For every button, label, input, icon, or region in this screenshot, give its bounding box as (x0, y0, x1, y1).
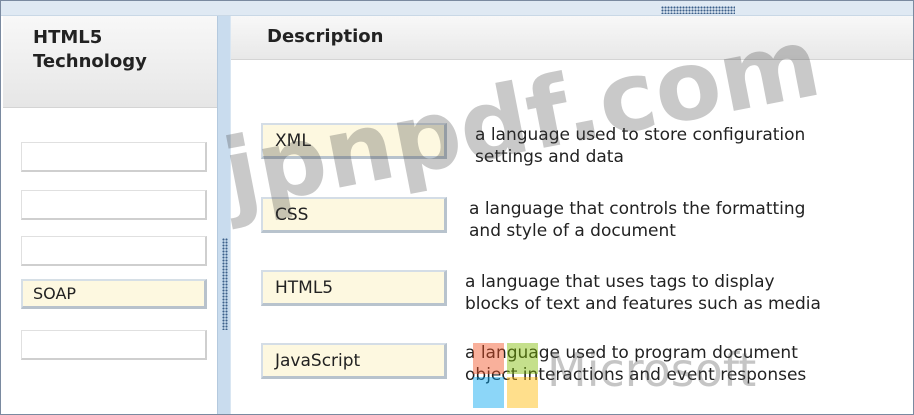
description-javascript: a language used to program document obje… (465, 342, 806, 386)
technology-label: XML (275, 131, 311, 151)
right-panel-title: Description (267, 26, 384, 47)
description-css: a language that controls the formatting … (469, 198, 805, 242)
resize-grip-top-icon[interactable] (661, 6, 735, 14)
description-line: object interactions and event responses (465, 365, 807, 385)
drop-target-slot-5[interactable] (21, 330, 207, 360)
panel-splitter[interactable] (217, 16, 231, 414)
description-line: settings and data (475, 147, 624, 167)
description-panel: Description XML a language used to store… (231, 16, 913, 414)
answer-area-panel: HTML5 Technology SOAP (1, 16, 217, 414)
drop-target-slot-4[interactable]: SOAP (21, 279, 207, 309)
drag-drop-question-frame: HTML5 Technology SOAP Description XML a … (0, 0, 914, 415)
left-panel-title: HTML5 Technology (33, 27, 147, 72)
drop-target-slot-2[interactable] (21, 190, 207, 220)
drop-target-label: SOAP (33, 284, 77, 303)
description-line: blocks of text and features such as medi… (465, 294, 821, 314)
draggable-technology-css[interactable]: CSS (261, 197, 447, 233)
technology-label: JavaScript (275, 351, 361, 371)
description-line: a language that uses tags to display (465, 272, 775, 292)
technology-label: HTML5 (275, 278, 334, 298)
description-xml: a language used to store configuration s… (475, 124, 805, 168)
draggable-technology-javascript[interactable]: JavaScript (261, 343, 447, 379)
description-line: a language used to store configuration (475, 125, 806, 145)
drop-target-slot-3[interactable] (21, 236, 207, 266)
description-line: a language used to program document (465, 343, 798, 363)
draggable-technology-html5[interactable]: HTML5 (261, 270, 447, 306)
drop-target-slot-1[interactable] (21, 142, 207, 172)
splitter-grip-icon[interactable] (222, 238, 228, 330)
description-line: and style of a document (469, 221, 676, 241)
top-strip (1, 1, 913, 16)
left-panel-header: HTML5 Technology (3, 16, 217, 108)
technology-label: CSS (275, 205, 309, 225)
right-panel-header: Description (231, 16, 913, 60)
draggable-technology-xml[interactable]: XML (261, 123, 447, 159)
description-html5: a language that uses tags to display blo… (465, 271, 821, 315)
description-line: a language that controls the formatting (469, 199, 806, 219)
